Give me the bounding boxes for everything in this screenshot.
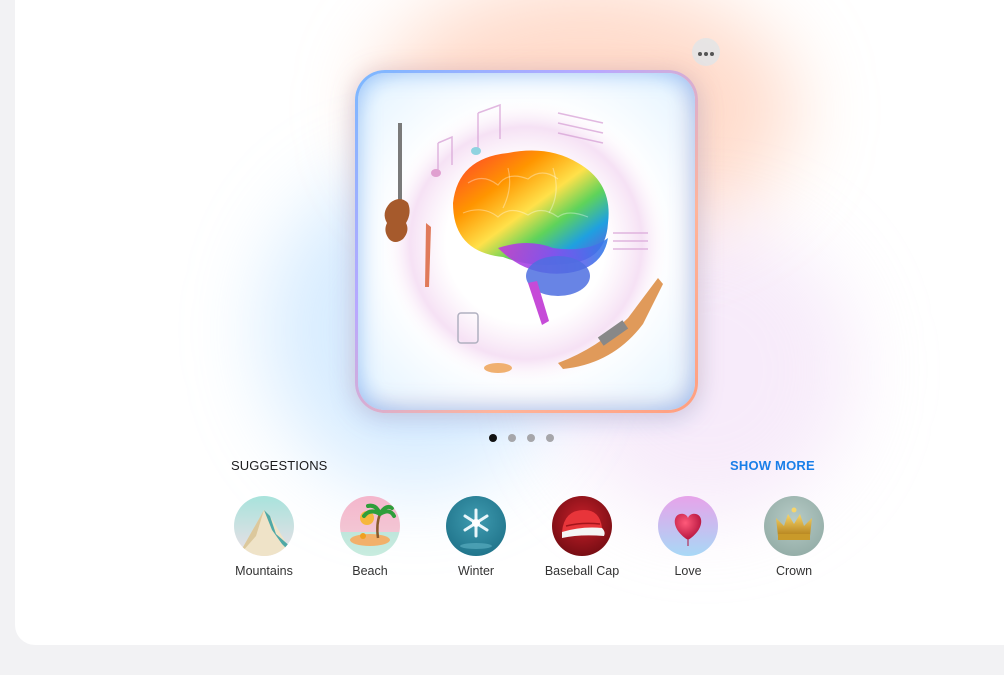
page-indicator bbox=[489, 434, 554, 442]
suggestions-heading: SUGGESTIONS bbox=[231, 458, 328, 473]
suggestion-crown[interactable]: Crown bbox=[741, 496, 847, 578]
generated-image-frame[interactable] bbox=[355, 70, 698, 413]
baseball-cap-icon bbox=[552, 496, 612, 556]
suggestion-label: Baseball Cap bbox=[544, 564, 620, 578]
heart-icon bbox=[658, 496, 718, 556]
palm-tree-icon bbox=[340, 496, 400, 556]
snowflake-icon bbox=[446, 496, 506, 556]
generated-image bbox=[381, 98, 671, 388]
crown-icon bbox=[764, 496, 824, 556]
playground-card: SUGGESTIONS SHOW MORE Mountains Beach Wi… bbox=[15, 0, 1004, 645]
mountain-icon bbox=[234, 496, 294, 556]
page-dot-2[interactable] bbox=[508, 434, 516, 442]
suggestion-love[interactable]: Love bbox=[635, 496, 741, 578]
suggestion-label: Winter bbox=[457, 564, 495, 578]
suggestion-label: Beach bbox=[352, 564, 388, 578]
suggestion-label: Love bbox=[674, 564, 702, 578]
suggestion-label: Crown bbox=[775, 564, 813, 578]
more-options-button[interactable] bbox=[692, 38, 720, 66]
ellipsis-icon bbox=[697, 43, 715, 61]
page-dot-1[interactable] bbox=[489, 434, 497, 442]
suggestion-beach[interactable]: Beach bbox=[317, 496, 423, 578]
suggestions-list: Mountains Beach Winter Baseball Cap Love… bbox=[211, 496, 847, 578]
show-more-button[interactable]: SHOW MORE bbox=[730, 458, 815, 473]
suggestion-winter[interactable]: Winter bbox=[423, 496, 529, 578]
page-dot-3[interactable] bbox=[527, 434, 535, 442]
suggestion-mountains[interactable]: Mountains bbox=[211, 496, 317, 578]
suggestion-label: Mountains bbox=[235, 564, 293, 578]
suggestion-baseball-cap[interactable]: Baseball Cap bbox=[529, 496, 635, 578]
page-dot-4[interactable] bbox=[546, 434, 554, 442]
